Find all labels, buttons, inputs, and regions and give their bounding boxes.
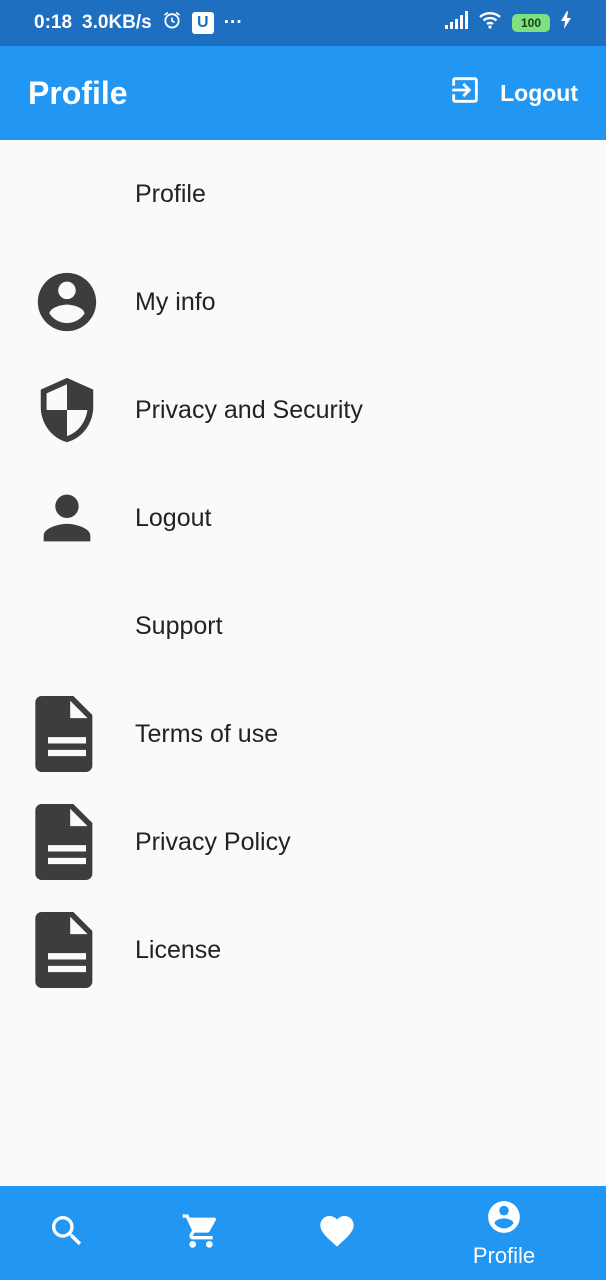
- list-item-label: Privacy Policy: [135, 827, 291, 856]
- logout-icon: [448, 73, 482, 113]
- document-icon: [30, 804, 104, 880]
- nav-item-favorites[interactable]: [306, 1186, 368, 1280]
- page-title: Profile: [28, 74, 128, 111]
- list-item-my-info[interactable]: My info: [0, 248, 606, 356]
- list-item-label: Logout: [135, 503, 212, 532]
- nav-item-cart[interactable]: [170, 1186, 232, 1280]
- wifi-icon: [478, 11, 502, 35]
- person-icon: [30, 481, 104, 555]
- list-item-label: My info: [135, 287, 216, 316]
- logout-label: Logout: [500, 79, 578, 106]
- nav-item-profile[interactable]: Profile: [454, 1186, 554, 1280]
- status-bar: 0:18 3.0KB/s U ··· 100: [0, 0, 606, 46]
- logout-button[interactable]: Logout: [448, 73, 578, 113]
- list-item-license[interactable]: License: [0, 896, 606, 1004]
- account-circle-icon: [30, 265, 104, 339]
- list-item-logout[interactable]: Logout: [0, 464, 606, 572]
- status-speed: 3.0KB/s: [82, 12, 152, 33]
- battery-icon: 100: [512, 14, 550, 32]
- more-notifications-icon: ···: [223, 12, 243, 33]
- u-badge-icon: U: [191, 12, 214, 34]
- nav-item-search[interactable]: [36, 1186, 98, 1280]
- search-icon: [47, 1211, 87, 1256]
- list-item-label: Privacy and Security: [135, 395, 363, 424]
- heart-icon: [317, 1211, 357, 1256]
- app-bar: Profile Logout: [0, 46, 606, 140]
- document-icon: [30, 696, 104, 772]
- list-item-label: License: [135, 935, 222, 964]
- signal-icon: [444, 11, 468, 35]
- status-time: 0:18: [34, 12, 73, 33]
- section-header-label: Support: [135, 611, 223, 640]
- shield-icon: [30, 373, 104, 447]
- list-item-privacy-security[interactable]: Privacy and Security: [0, 356, 606, 464]
- charging-icon: [560, 11, 572, 35]
- account-circle-icon: [485, 1198, 523, 1241]
- nav-label-profile: Profile: [472, 1242, 536, 1268]
- bottom-navigation: Profile: [0, 1186, 606, 1280]
- list-item-label: Terms of use: [135, 719, 279, 748]
- settings-list: Profile My info Privacy and Security Log…: [0, 140, 606, 1004]
- section-header-label: Profile: [135, 179, 206, 208]
- list-item-privacy-policy[interactable]: Privacy Policy: [0, 788, 606, 896]
- alarm-icon: [162, 10, 182, 36]
- cart-icon: [181, 1211, 221, 1256]
- list-item-terms-of-use[interactable]: Terms of use: [0, 680, 606, 788]
- section-header-support: Support: [0, 572, 606, 680]
- section-header-profile: Profile: [0, 140, 606, 248]
- document-icon: [30, 912, 104, 988]
